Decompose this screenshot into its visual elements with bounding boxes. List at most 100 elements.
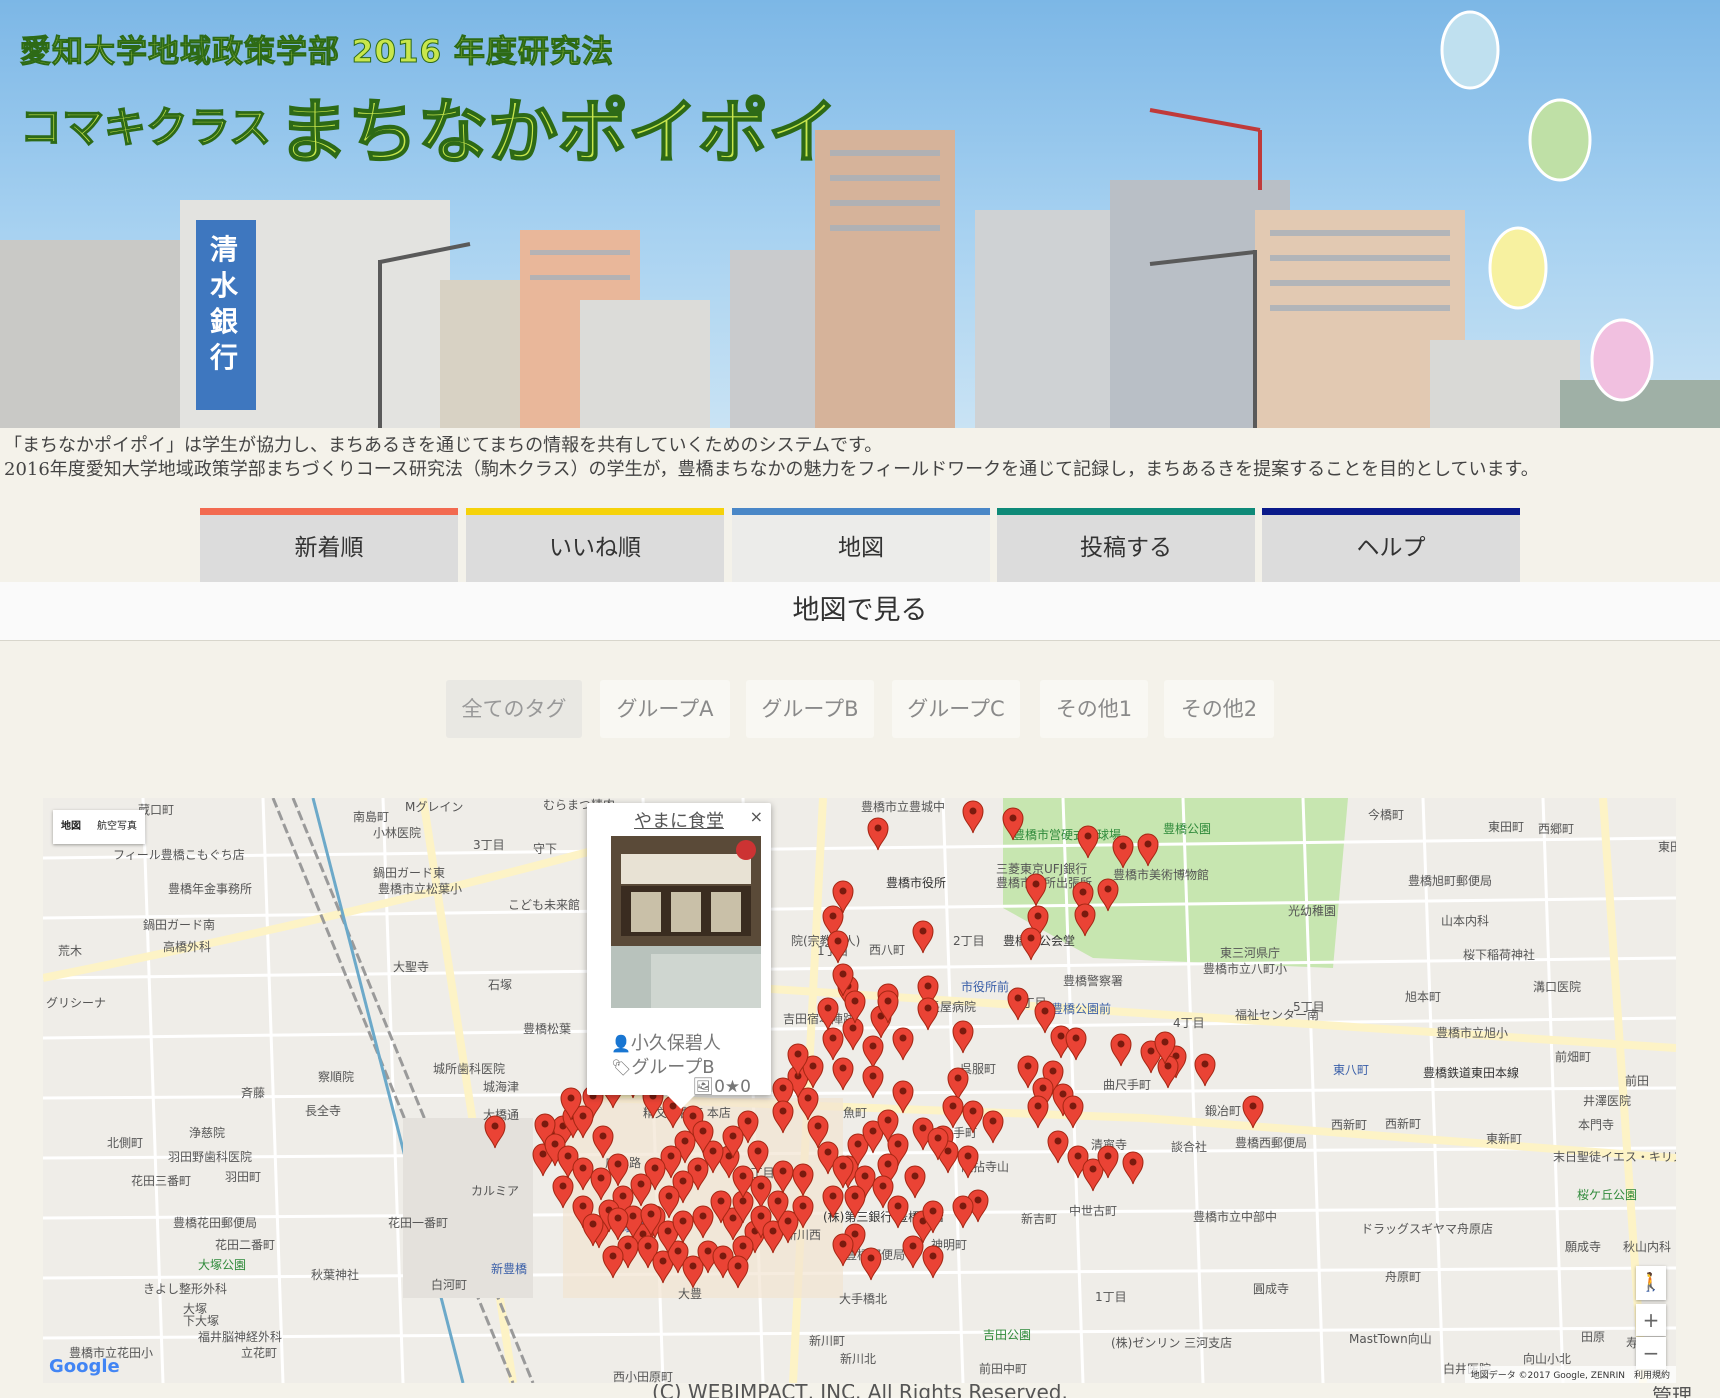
map-marker-icon[interactable] xyxy=(862,1065,884,1099)
map-marker-icon[interactable] xyxy=(692,1205,714,1239)
zoom-in-button[interactable]: + xyxy=(1636,1304,1666,1336)
author-name: 小久保碧人 xyxy=(630,1033,721,1054)
footer: (C) WEBIMPACT, INC. All Rights Reserved.… xyxy=(0,1384,1720,1398)
map-marker-icon[interactable] xyxy=(822,1185,844,1219)
map-marker-icon[interactable] xyxy=(1020,927,1042,961)
map-marker-icon[interactable] xyxy=(1002,807,1024,841)
filter-all-tags[interactable]: 全てのタグ xyxy=(446,680,582,738)
tab-likes[interactable]: いいね順 xyxy=(466,508,724,582)
map-marker-icon[interactable] xyxy=(942,1095,964,1129)
map-marker-icon[interactable] xyxy=(1137,833,1159,867)
map-marker-icon[interactable] xyxy=(962,1100,984,1134)
map-marker-icon[interactable] xyxy=(797,1087,819,1121)
post-title-link[interactable]: やまに食堂 xyxy=(587,807,771,833)
map-marker-icon[interactable] xyxy=(792,1163,814,1197)
map-marker-icon[interactable] xyxy=(860,1247,882,1281)
post-photo[interactable] xyxy=(611,836,761,1008)
map-marker-icon[interactable] xyxy=(904,1165,926,1199)
map-marker-icon[interactable] xyxy=(630,1173,652,1207)
map-marker-icon[interactable] xyxy=(867,817,889,851)
map-type-satellite[interactable]: 航空写真 xyxy=(89,810,145,844)
map-marker-icon[interactable] xyxy=(484,1115,506,1149)
map-attribution[interactable]: 地図データ ©2017 Google, ZENRIN 利用規約 xyxy=(1464,1366,1676,1383)
map-marker-icon[interactable] xyxy=(832,1057,854,1091)
filter-other-2[interactable]: その他2 xyxy=(1164,680,1274,738)
map-marker-icon[interactable] xyxy=(844,990,866,1024)
map-marker-icon[interactable] xyxy=(592,1125,614,1159)
map-markers xyxy=(484,800,1264,1289)
admin-link[interactable]: 管理 xyxy=(1652,1384,1692,1398)
star-count: 0 xyxy=(740,1077,751,1097)
map-marker-icon[interactable] xyxy=(1194,1053,1216,1087)
map-marker-icon[interactable] xyxy=(842,1017,864,1051)
map-marker-icon[interactable] xyxy=(887,1195,909,1229)
tab-map[interactable]: 地図 xyxy=(732,508,990,582)
map-marker-icon[interactable] xyxy=(1027,1095,1049,1129)
map-marker-icon[interactable] xyxy=(822,1027,844,1061)
map-marker-icon[interactable] xyxy=(1034,1000,1056,1034)
copyright: (C) WEBIMPACT, INC. All Rights Reserved. xyxy=(652,1384,1068,1398)
map-type-roadmap[interactable]: 地図 xyxy=(53,810,89,844)
image-icon: 🖼 xyxy=(692,1077,715,1097)
tab-post[interactable]: 投稿する xyxy=(997,508,1255,582)
posts-map[interactable]: 蔵口町 Mグレイン 南島町 小林医院 むらまつ精肉 豊橋市立豊城中 今橋町 東田… xyxy=(43,798,1676,1383)
google-logo[interactable]: Google xyxy=(49,1356,120,1377)
street-view-pegman-icon[interactable]: 🚶 xyxy=(1636,1266,1666,1300)
filter-other-1[interactable]: その他1 xyxy=(1040,680,1148,738)
map-marker-icon[interactable] xyxy=(1047,1130,1069,1164)
map-marker-icon[interactable] xyxy=(1077,825,1099,859)
map-marker-icon[interactable] xyxy=(952,1020,974,1054)
map-marker-icon[interactable] xyxy=(1110,1033,1132,1067)
map-marker-icon[interactable] xyxy=(572,1157,594,1191)
map-marker-icon[interactable] xyxy=(590,1167,612,1201)
map-marker-icon[interactable] xyxy=(747,1140,769,1174)
map-marker-icon[interactable] xyxy=(982,1110,1004,1144)
close-icon[interactable]: × xyxy=(750,807,763,826)
tags-icon: 🏷 xyxy=(611,1058,632,1077)
map-marker-icon[interactable] xyxy=(957,1145,979,1179)
map-marker-icon[interactable] xyxy=(682,1255,704,1289)
map-marker-icon[interactable] xyxy=(844,1185,866,1219)
map-marker-icon[interactable] xyxy=(1112,835,1134,869)
map-marker-icon[interactable] xyxy=(952,1195,974,1229)
map-marker-icon[interactable] xyxy=(772,1100,794,1134)
post-author: 👤小久保碧人 xyxy=(611,1029,721,1055)
map-marker-icon[interactable] xyxy=(772,1160,794,1194)
map-marker-icon[interactable] xyxy=(827,930,849,964)
map-marker-icon[interactable] xyxy=(902,1235,924,1269)
map-marker-icon[interactable] xyxy=(922,1245,944,1279)
post-group: 🏷グループB xyxy=(611,1053,715,1079)
bank-sign: 清水銀行 xyxy=(210,233,239,374)
tab-newest[interactable]: 新着順 xyxy=(200,508,458,582)
map-marker-icon[interactable] xyxy=(607,1207,629,1241)
map-marker-icon[interactable] xyxy=(817,997,839,1031)
tab-help[interactable]: ヘルプ xyxy=(1262,508,1520,582)
map-marker-icon[interactable] xyxy=(892,1080,914,1114)
map-marker-icon[interactable] xyxy=(962,800,984,834)
map-marker-icon[interactable] xyxy=(832,1233,854,1267)
map-marker-icon[interactable] xyxy=(1157,1055,1179,1089)
zoom-out-button[interactable]: − xyxy=(1636,1337,1666,1369)
map-marker-icon[interactable] xyxy=(1062,1095,1084,1129)
map-marker-icon[interactable] xyxy=(862,1035,884,1069)
map-marker-icon[interactable] xyxy=(727,1255,749,1289)
map-marker-icon[interactable] xyxy=(1097,878,1119,912)
map-marker-icon[interactable] xyxy=(947,1067,969,1101)
map-marker-icon[interactable] xyxy=(917,997,939,1031)
map-marker-icon[interactable] xyxy=(1074,903,1096,937)
banner-class-name: コマキクラス xyxy=(19,102,272,153)
map-marker-icon[interactable] xyxy=(912,920,934,954)
map-marker-icon[interactable] xyxy=(1007,987,1029,1021)
filter-group-c[interactable]: グループC xyxy=(892,680,1020,738)
map-marker-icon[interactable] xyxy=(1065,1027,1087,1061)
map-marker-icon[interactable] xyxy=(552,1175,574,1209)
map-marker-icon[interactable] xyxy=(1025,873,1047,907)
map-marker-icon[interactable] xyxy=(1242,1095,1264,1129)
photo-count: 0 xyxy=(714,1077,725,1097)
intro-line-1: 「まちなかポイポイ」は学生が協力し、まちあるきを通じてまちの情報を共有していくた… xyxy=(4,435,883,456)
filter-group-b[interactable]: グループB xyxy=(746,680,874,738)
map-marker-icon[interactable] xyxy=(1122,1151,1144,1185)
filter-group-a[interactable]: グループA xyxy=(600,680,730,738)
map-marker-icon[interactable] xyxy=(602,1245,624,1279)
map-marker-icon[interactable] xyxy=(892,1027,914,1061)
